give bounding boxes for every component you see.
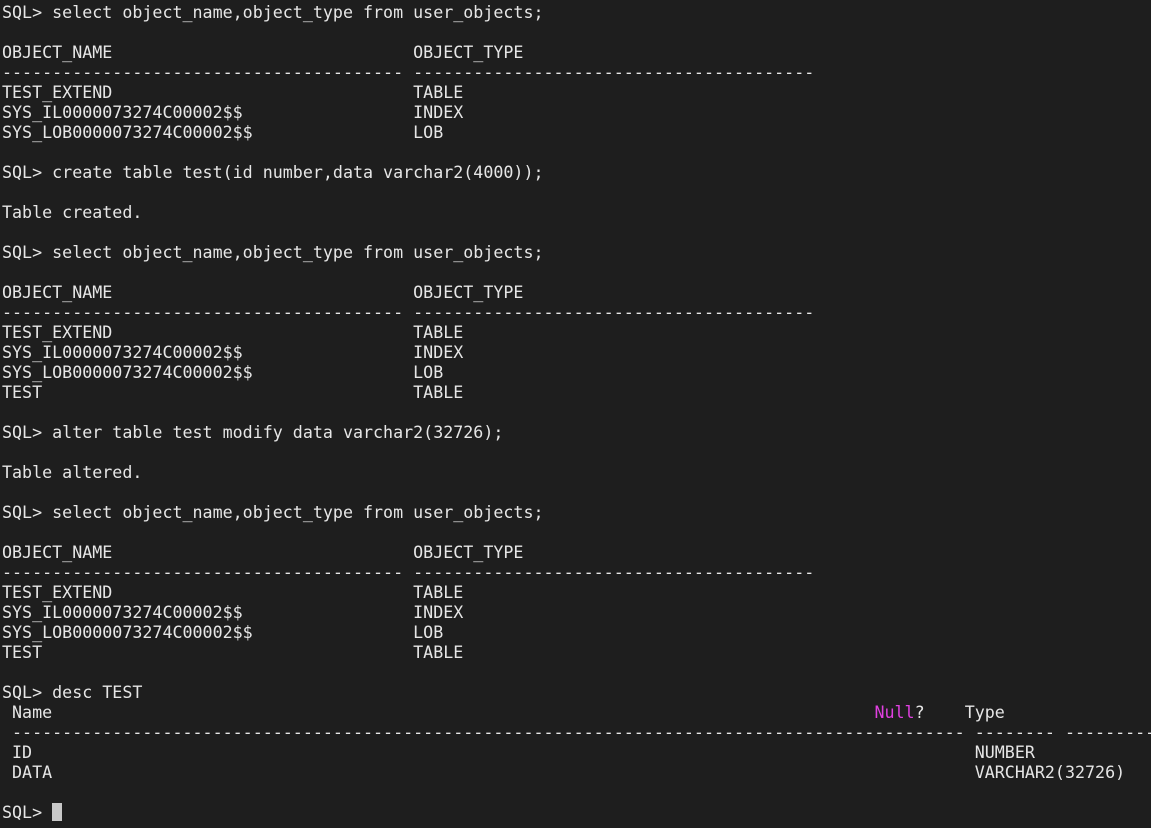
desc-header-null: Null <box>874 703 915 722</box>
desc-header: Name Null? Type <box>2 703 1005 723</box>
terminal-line: TEST_EXTEND TABLE <box>2 83 464 102</box>
terminal-line: SQL> create table test(id number,data va… <box>2 163 544 182</box>
desc-row: DATA VARCHAR2(32726) <box>2 763 1126 782</box>
prompt-line[interactable]: SQL> <box>2 803 63 823</box>
terminal-line: SYS_LOB0000073274C00002$$ LOB <box>2 123 444 142</box>
desc-header-name: Name <box>2 703 875 722</box>
terminal-line: ----------------------------------------… <box>2 303 815 322</box>
text-cursor <box>52 803 63 821</box>
terminal-line: Table created. <box>2 203 143 222</box>
terminal-line: TEST_EXTEND TABLE <box>2 323 464 342</box>
prompt: SQL> <box>2 803 53 822</box>
terminal-line: ----------------------------------------… <box>2 63 815 82</box>
desc-rule: ----------------------------------------… <box>12 723 1151 742</box>
terminal-line: TEST TABLE <box>2 643 464 662</box>
terminal-line: SYS_IL0000073274C00002$$ INDEX <box>2 603 464 622</box>
terminal-line: OBJECT_NAME OBJECT_TYPE <box>2 43 524 62</box>
terminal-line: Table altered. <box>2 463 143 482</box>
terminal-line: SYS_IL0000073274C00002$$ INDEX <box>2 343 464 362</box>
terminal-line: OBJECT_NAME OBJECT_TYPE <box>2 283 524 302</box>
terminal-line: SQL> alter table test modify data varcha… <box>2 423 504 442</box>
desc-row: ID NUMBER <box>2 743 1035 762</box>
terminal-line: SYS_LOB0000073274C00002$$ LOB <box>2 363 444 382</box>
terminal-line: SYS_IL0000073274C00002$$ INDEX <box>2 103 464 122</box>
terminal-line: TEST TABLE <box>2 383 464 402</box>
terminal-line: SQL> select object_name,object_type from… <box>2 243 544 262</box>
terminal-line: SQL> desc TEST <box>2 683 143 702</box>
terminal-line: TEST_EXTEND TABLE <box>2 583 464 602</box>
terminal-line: SYS_LOB0000073274C00002$$ LOB <box>2 623 444 642</box>
terminal-line: SQL> select object_name,object_type from… <box>2 3 544 22</box>
terminal-line: SQL> select object_name,object_type from… <box>2 503 544 522</box>
terminal-line: OBJECT_NAME OBJECT_TYPE <box>2 543 524 562</box>
desc-header-type: ? Type <box>914 703 1005 722</box>
terminal-window[interactable]: SQL> select object_name,object_type from… <box>0 0 1151 828</box>
terminal-line: ----------------------------------------… <box>2 563 815 582</box>
